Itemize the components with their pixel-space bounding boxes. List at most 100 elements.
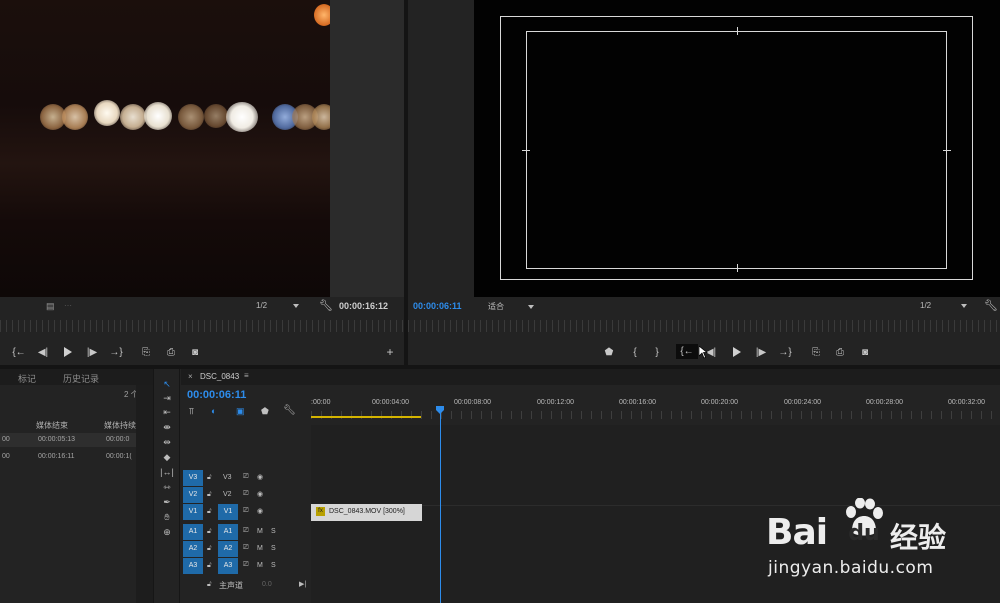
go-to-out-button[interactable]: →} [109, 346, 123, 358]
sync-lock-icon[interactable]: ⎚ [243, 473, 249, 481]
source-v1[interactable]: V1 [218, 504, 238, 520]
camera-icon[interactable]: ◙ [188, 346, 202, 358]
tab-history[interactable]: 历史记录 [63, 372, 99, 385]
track-select-tool-icon[interactable]: ⇥ [160, 392, 174, 405]
linked-selection-icon[interactable]: ◐ [211, 406, 216, 416]
mute-button[interactable]: M [257, 562, 263, 569]
column-media-duration[interactable]: 媒体持续时 [104, 420, 136, 431]
program-resolution-dropdown[interactable]: 1/2 [920, 301, 976, 310]
menu-icon[interactable]: ≡ [244, 371, 249, 380]
film-icon[interactable]: ▤ [46, 301, 55, 312]
lock-icon[interactable]: 🔓︎ [207, 528, 212, 536]
slide-tool-icon[interactable]: ⇿ [160, 481, 174, 494]
selection-tool-icon[interactable]: ↖ [160, 378, 174, 391]
timeline-timecode[interactable]: 00:00:06:11 [187, 389, 246, 401]
eye-icon[interactable]: ◉ [257, 507, 263, 515]
add-marker-button[interactable]: ⬟ [602, 346, 616, 358]
play-button[interactable] [61, 346, 75, 358]
step-back-button[interactable]: ◀| [36, 346, 50, 358]
sync-lock-icon[interactable]: ⎚ [243, 544, 249, 552]
eye-icon[interactable]: ◉ [257, 473, 263, 481]
lift-icon[interactable]: ⎘ [809, 346, 823, 358]
eye-icon[interactable]: ◉ [257, 490, 263, 498]
video-clip[interactable]: fx DSC_0843.MOV [300%] [311, 504, 422, 521]
camera-icon[interactable]: ◙ [858, 346, 872, 358]
pen-tool-icon[interactable]: ✒ [160, 496, 174, 509]
lock-icon[interactable]: 🔓︎ [207, 491, 212, 499]
source-letterbox [330, 0, 404, 297]
mark-in-button[interactable]: {← [12, 346, 26, 358]
go-to-out-button[interactable]: →} [778, 346, 792, 358]
step-forward-button[interactable]: |▶ [85, 346, 99, 358]
source-a3[interactable]: A3 [218, 558, 238, 574]
sync-lock-icon[interactable]: ⎚ [243, 527, 249, 535]
mute-button[interactable]: M [257, 545, 263, 552]
source-a1[interactable]: A1 [218, 524, 238, 540]
mark-in-button[interactable]: { [628, 346, 642, 358]
master-value[interactable]: 0.0 [262, 581, 272, 588]
lock-icon[interactable]: 🔓︎ [207, 562, 212, 570]
step-forward-button[interactable]: |▶ [754, 346, 768, 358]
extract-icon[interactable]: ⎙ [833, 346, 847, 358]
add-button[interactable]: + [383, 345, 397, 359]
playhead-line[interactable] [440, 413, 441, 603]
lock-icon[interactable]: 🔓︎ [207, 581, 212, 589]
brand-bai: Bai [766, 512, 828, 553]
rate-stretch-tool-icon[interactable]: ⇹ [160, 436, 174, 449]
source-resolution-dropdown[interactable]: 1/2 [256, 301, 310, 310]
snap-icon[interactable]: ⫪ [189, 406, 194, 417]
zoom-tool-icon[interactable]: ⊕ [160, 526, 174, 539]
lock-icon[interactable]: 🔓︎ [207, 508, 212, 516]
target-a3[interactable]: A3 [183, 558, 203, 574]
close-icon[interactable]: × [188, 372, 193, 381]
column-media-end[interactable]: 媒体结束 [36, 420, 68, 431]
play-button[interactable] [730, 346, 744, 358]
mark-out-button[interactable]: } [650, 346, 664, 358]
source-mini-ruler[interactable] [0, 320, 404, 332]
target-a2[interactable]: A2 [183, 541, 203, 557]
track-v1: V1 🔓︎ V1 ⎚ ◉ [181, 504, 311, 521]
list-item[interactable]: 00 00:00:16:11 00:00:1( [0, 450, 136, 464]
wrench-icon[interactable]: 🔧︎ [319, 299, 333, 312]
target-a1[interactable]: A1 [183, 524, 203, 540]
tab-markers[interactable]: 标记 [18, 372, 36, 385]
sequence-tab[interactable]: DSC_0843 [200, 372, 239, 381]
wrench-icon[interactable]: 🔧︎ [984, 299, 998, 312]
sync-lock-icon[interactable]: ⎚ [243, 507, 249, 515]
add-marker-icon[interactable]: ⬟ [261, 406, 269, 417]
target-v2[interactable]: V2 [183, 487, 203, 503]
ripple-edit-tool-icon[interactable]: ⇤ [160, 406, 174, 419]
list-item[interactable]: 00 00:00:05:13 00:00:0 [0, 433, 136, 447]
program-mini-ruler[interactable] [408, 320, 1000, 332]
go-to-in-button[interactable]: {← [676, 344, 698, 359]
lock-icon[interactable]: 🔓︎ [207, 474, 212, 482]
target-v1[interactable]: V1 [183, 504, 203, 520]
nest-icon[interactable]: ▣ [236, 406, 245, 417]
ruler-label: :00:00 [311, 399, 331, 406]
sync-lock-icon[interactable]: ⎚ [243, 490, 249, 498]
sync-lock-icon[interactable]: ⎚ [243, 561, 249, 569]
solo-button[interactable]: S [271, 562, 276, 569]
solo-button[interactable]: S [271, 545, 276, 552]
rolling-edit-tool-icon[interactable]: ⇼ [160, 421, 174, 434]
target-v3[interactable]: V3 [183, 470, 203, 486]
source-a2[interactable]: A2 [218, 541, 238, 557]
ruler-label: 00:00:28:00 [866, 399, 903, 406]
mute-button[interactable]: M [257, 528, 263, 535]
razor-tool-icon[interactable]: ◆ [160, 451, 174, 464]
hand-tool-icon[interactable]: ✋︎ [160, 511, 174, 524]
work-area-bar[interactable] [311, 416, 421, 418]
insert-icon[interactable]: ⎘ [139, 346, 153, 358]
program-zoom-dropdown[interactable]: 适合 [488, 301, 544, 312]
project-scrollbar[interactable] [136, 385, 153, 603]
solo-button[interactable]: S [271, 528, 276, 535]
timeline-ruler[interactable]: :00:00 00:00:04:00 00:00:08:00 00:00:12:… [311, 385, 1000, 425]
source-timecode[interactable]: 00:00:16:12 [339, 301, 388, 311]
overwrite-icon[interactable]: ⎙ [164, 346, 178, 358]
lock-icon[interactable]: 🔓︎ [207, 545, 212, 553]
go-to-end-icon[interactable]: ▶| [299, 580, 306, 588]
wrench-icon[interactable]: 🔧︎ [283, 405, 296, 416]
program-timecode[interactable]: 00:00:06:11 [413, 301, 462, 311]
slip-tool-icon[interactable]: |↔| [160, 466, 174, 479]
program-zoom-value: 适合 [488, 302, 504, 311]
